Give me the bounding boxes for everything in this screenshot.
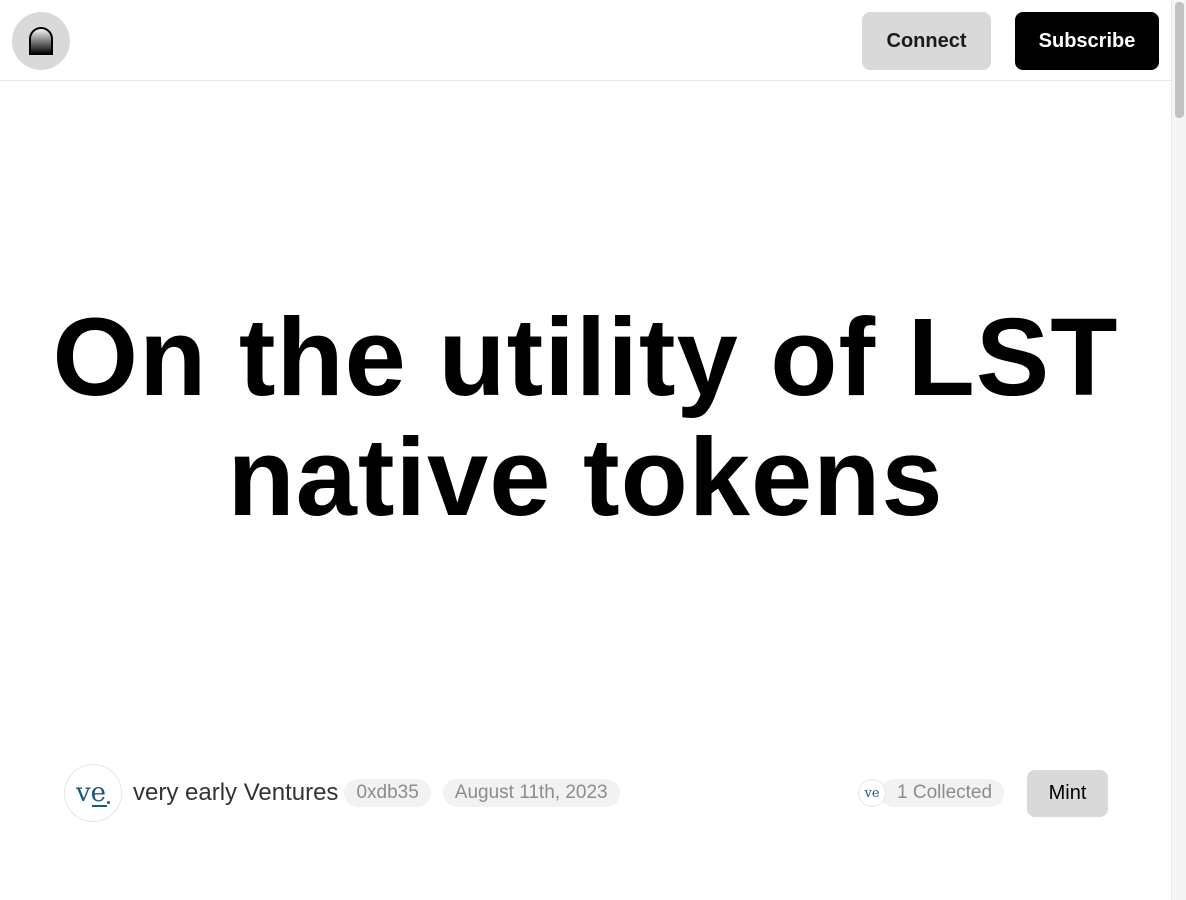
arch-door-icon	[29, 27, 53, 55]
collector-avatar: ve	[858, 779, 886, 807]
author-avatar[interactable]: ve	[64, 764, 122, 822]
connect-button[interactable]: Connect	[862, 12, 991, 70]
author-address-badge[interactable]: 0xdb35	[344, 779, 431, 807]
scrollbar-thumb[interactable]	[1175, 2, 1184, 118]
top-nav: Connect Subscribe	[0, 0, 1171, 81]
vertical-scrollbar[interactable]	[1171, 0, 1186, 900]
collected-count-badge: 1 Collected	[880, 779, 1005, 807]
avatar-dot	[107, 801, 111, 804]
byline: ve very early Ventures 0xdb35 August 11t…	[64, 764, 620, 822]
avatar-letter-e: e	[90, 778, 108, 808]
author-name[interactable]: very early Ventures	[133, 779, 338, 807]
collectors-summary[interactable]: ve 1 Collected	[858, 779, 1005, 807]
publish-date-badge: August 11th, 2023	[442, 779, 620, 807]
article-title: On the utility of LST native tokens	[52, 296, 1119, 539]
avatar-letter-v: v	[75, 778, 91, 808]
mint-button[interactable]: Mint	[1027, 770, 1108, 817]
subscribe-button[interactable]: Subscribe	[1015, 12, 1159, 70]
home-logo-button[interactable]	[12, 12, 70, 70]
page: Connect Subscribe On the utility of LST …	[0, 0, 1186, 900]
